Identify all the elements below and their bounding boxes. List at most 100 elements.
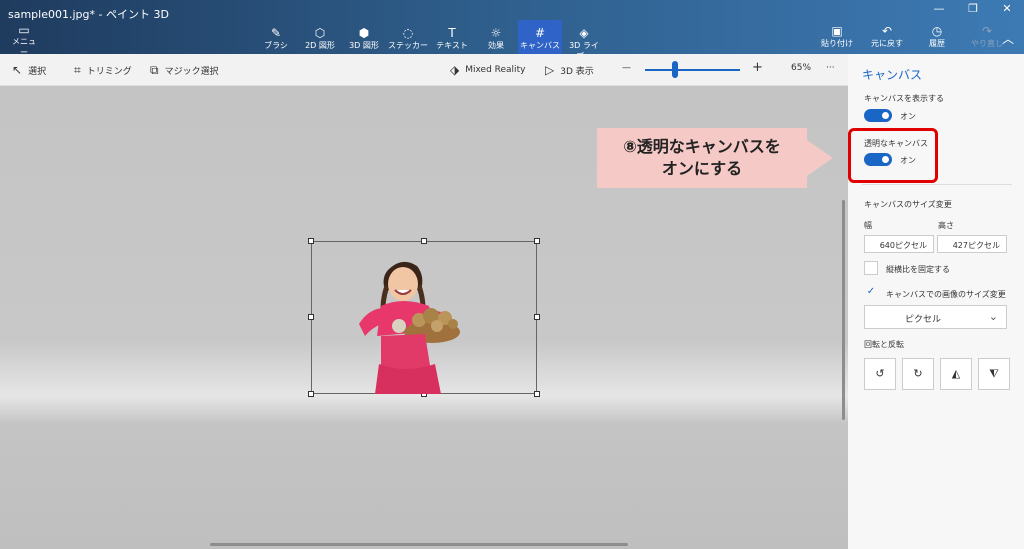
- zoom-slider-thumb[interactable]: [672, 61, 678, 78]
- zoom-level: 65%: [791, 63, 812, 73]
- lock-aspect-label: 縦横比を固定する: [886, 265, 950, 274]
- window-controls: — ❐ ✕: [922, 2, 1024, 15]
- tool-brush[interactable]: ✎ ブラシ: [254, 20, 298, 54]
- tool-label: 2D 図形: [305, 41, 335, 50]
- mixed-reality-label: Mixed Reality: [465, 65, 526, 75]
- resize-image-label: キャンバスでの画像のサイズ変更: [886, 290, 1006, 299]
- 3d-shapes-icon: ⬢: [358, 26, 370, 40]
- 3d-view-label: 3D 表示: [560, 66, 594, 77]
- brush-icon: ✎: [270, 26, 282, 40]
- highlight-box: [848, 128, 938, 183]
- canvas-toolbar: ↖ 選択 ⌗ トリミング ⧉ マジック選択 ⬗ Mixed Reality ▷ 3D 表示…: [0, 54, 848, 86]
- tool-tabs: ✎ ブラシ ⬡ 2D 図形 ⬢ 3D 図形 ◌ ステッカー T テキスト ☼ 効果 # キャン…: [254, 20, 606, 61]
- paste-label: 貼り付け: [821, 39, 853, 48]
- paste-button[interactable]: ▣ 貼り付け: [812, 24, 862, 49]
- mixed-reality-icon: ⬗: [450, 63, 460, 77]
- tool-2d-shapes[interactable]: ⬡ 2D 図形: [298, 20, 342, 54]
- tool-label: テキスト: [436, 41, 468, 50]
- rotate-right-icon[interactable]: ↻: [902, 358, 934, 390]
- 3d-view-icon: ▷: [545, 63, 555, 77]
- tool-label: 効果: [488, 41, 504, 50]
- history-icon: ◷: [931, 24, 943, 38]
- undo-button[interactable]: ↶ 元に戻す: [862, 24, 912, 49]
- undo-label: 元に戻す: [871, 39, 903, 48]
- minimize-icon[interactable]: —: [922, 2, 956, 15]
- paste-icon: ▣: [831, 24, 843, 38]
- select-button[interactable]: ↖ 選択: [12, 63, 46, 77]
- show-canvas-label: キャンバスを表示する: [864, 94, 944, 103]
- vertical-scrollbar[interactable]: [842, 200, 845, 420]
- zoom-out-button[interactable]: —: [622, 63, 631, 73]
- show-canvas-state: オン: [900, 112, 916, 121]
- edit-tools: ▣ 貼り付け ↶ 元に戻す ◷ 履歴 ↷ やり直し: [812, 24, 1012, 49]
- magic-select-icon: ⧉: [150, 63, 159, 77]
- magic-select-label: マジック選択: [164, 67, 219, 77]
- maximize-icon[interactable]: ❐: [956, 2, 990, 15]
- resize-handle[interactable]: [308, 238, 314, 244]
- close-icon[interactable]: ✕: [990, 2, 1024, 15]
- width-input[interactable]: 640ピクセル: [864, 235, 934, 253]
- tool-label: 3D 図形: [349, 41, 379, 50]
- redo-label: やり直し: [971, 39, 1003, 48]
- tool-canvas[interactable]: # キャンバス: [518, 20, 562, 54]
- more-options-button[interactable]: ···: [826, 63, 835, 73]
- tool-stickers[interactable]: ◌ ステッカー: [386, 20, 430, 54]
- resize-handle[interactable]: [308, 314, 314, 320]
- rotate-flip-label: 回転と反転: [864, 340, 904, 349]
- flip-vertical-icon[interactable]: ⧨: [978, 358, 1010, 390]
- 3d-library-icon: ◈: [579, 26, 589, 40]
- tool-label: キャンバス: [520, 41, 560, 50]
- resize-handle[interactable]: [308, 391, 314, 397]
- unit-value: ピクセル: [905, 315, 942, 325]
- resize-handle[interactable]: [534, 238, 540, 244]
- canvas-panel: キャンバス キャンバスを表示する オン 透明なキャンバス オン キャンバスのサイ…: [848, 54, 1024, 549]
- canvas-icon: #: [534, 26, 546, 40]
- menu-button[interactable]: ▭ メニュー: [10, 24, 38, 58]
- tool-effects[interactable]: ☼ 効果: [474, 20, 518, 54]
- divider: [862, 184, 1012, 185]
- panel-title: キャンバス: [862, 68, 923, 82]
- instruction-callout: ⑧透明なキャンバスを オンにする: [597, 128, 807, 188]
- height-input[interactable]: 427ピクセル: [937, 235, 1007, 253]
- crop-icon: ⌗: [74, 63, 81, 77]
- cursor-icon: ↖: [12, 63, 23, 77]
- mixed-reality-button[interactable]: ⬗ Mixed Reality: [450, 63, 525, 77]
- tool-3d-shapes[interactable]: ⬢ 3D 図形: [342, 20, 386, 54]
- folder-icon: ▭: [18, 23, 30, 37]
- chevron-down-icon: ⌄: [988, 310, 998, 323]
- 3d-view-button[interactable]: ▷ 3D 表示: [545, 63, 594, 77]
- zoom-slider-track[interactable]: [645, 69, 740, 71]
- checkmark-icon[interactable]: ✓: [864, 286, 878, 300]
- zoom-in-button[interactable]: +: [752, 60, 763, 75]
- effects-icon: ☼: [490, 26, 502, 40]
- resize-handle[interactable]: [421, 238, 427, 244]
- resize-canvas-label: キャンバスのサイズ変更: [864, 200, 952, 209]
- width-label: 幅: [864, 221, 872, 230]
- window-title: sample001.jpg* - ペイント 3D: [8, 8, 169, 21]
- undo-icon: ↶: [881, 24, 893, 38]
- flip-horizontal-icon[interactable]: ◭: [940, 358, 972, 390]
- text-icon: T: [448, 26, 456, 40]
- show-canvas-toggle[interactable]: [864, 109, 892, 122]
- magic-select-button[interactable]: ⧉ マジック選択: [150, 63, 219, 78]
- 2d-shapes-icon: ⬡: [314, 26, 326, 40]
- crop-button[interactable]: ⌗ トリミング: [74, 63, 132, 78]
- tool-text[interactable]: T テキスト: [430, 20, 474, 54]
- rotate-flip-buttons: ↺ ↻ ◭ ⧨: [864, 358, 1016, 390]
- tool-3d-library[interactable]: ◈3D ライブ...: [562, 20, 606, 61]
- height-label: 高さ: [938, 221, 954, 230]
- callout-text: ⑧透明なキャンバスを オンにする: [597, 136, 807, 180]
- lock-aspect-checkbox[interactable]: [864, 261, 878, 275]
- resize-handle[interactable]: [534, 314, 540, 320]
- chevron-up-icon[interactable]: ︿: [1002, 30, 1014, 47]
- rotate-left-icon[interactable]: ↺: [864, 358, 896, 390]
- horizontal-scrollbar[interactable]: [210, 543, 628, 546]
- girl-with-basket-image: [359, 261, 460, 394]
- unit-dropdown[interactable]: ピクセル ⌄: [864, 305, 1007, 329]
- tool-label: ステッカー: [388, 41, 428, 50]
- history-button[interactable]: ◷ 履歴: [912, 24, 962, 49]
- callout-pointer: [807, 140, 833, 176]
- resize-handle[interactable]: [534, 391, 540, 397]
- callout-line-2: オンにする: [661, 159, 743, 178]
- crop-label: トリミング: [86, 67, 132, 77]
